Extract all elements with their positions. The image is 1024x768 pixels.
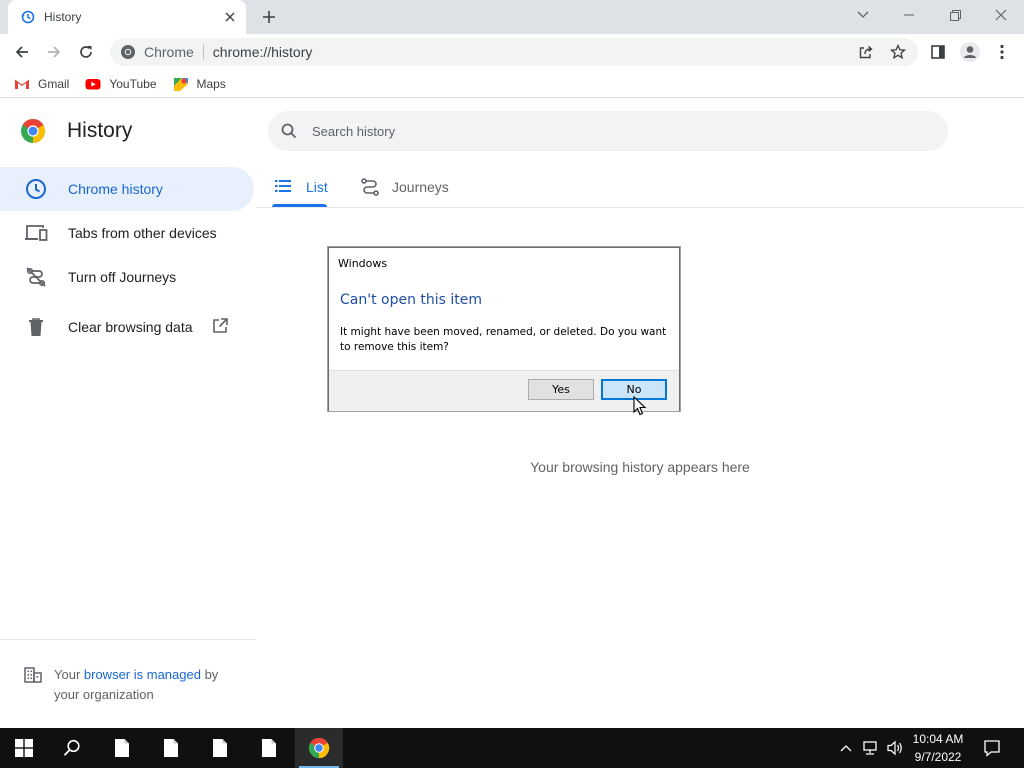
devices-icon (24, 221, 48, 245)
search-input[interactable]: Search history (312, 124, 395, 139)
taskbar: 10:04 AM 9/7/2022 (0, 728, 1024, 768)
browser-toolbar: Chrome chrome://history (0, 34, 1024, 70)
history-tabs: List Journeys (256, 167, 1024, 208)
dialog-heading: Can't open this item (340, 292, 483, 308)
managed-link[interactable]: browser is managed (84, 667, 201, 682)
file-taskbar-icon[interactable] (196, 728, 244, 768)
side-panel-icon[interactable] (924, 38, 952, 66)
bookmark-label: YouTube (109, 76, 157, 91)
file-taskbar-icon[interactable] (98, 728, 146, 768)
restore-icon[interactable] (932, 0, 978, 30)
sidebar-item-label: Turn off Journeys (68, 269, 177, 285)
dialog-footer: Yes No (329, 370, 679, 411)
managed-text: Your browser is managed by your organiza… (54, 667, 219, 702)
tab-strip: History (0, 0, 1024, 34)
browser-tab-history[interactable]: History (8, 0, 246, 34)
close-window-icon[interactable] (978, 0, 1024, 30)
sidebar-divider (0, 639, 256, 640)
file-taskbar-icon[interactable] (147, 728, 195, 768)
history-sidebar: Chrome history Tabs from other devices T… (0, 167, 256, 349)
search-icon (280, 122, 298, 140)
bookmark-youtube[interactable]: YouTube (85, 76, 157, 92)
menu-kebab-icon[interactable] (988, 38, 1016, 66)
page-title: History (67, 119, 133, 142)
bookmark-label: Gmail (38, 76, 70, 91)
building-icon (24, 665, 42, 685)
sidebar-item-other-devices[interactable]: Tabs from other devices (0, 211, 256, 255)
open-external-icon (211, 317, 231, 337)
history-page: History Search history Chrome history Ta… (0, 99, 1024, 728)
clock-icon (24, 177, 48, 201)
tab-search-icon[interactable] (840, 0, 886, 30)
reload-button[interactable] (72, 38, 100, 66)
address-separator (202, 44, 204, 60)
network-icon[interactable] (860, 728, 882, 768)
bookmark-star-icon[interactable] (884, 38, 912, 66)
sidebar-item-chrome-history[interactable]: Chrome history (0, 167, 254, 211)
clock-date: 9/7/2022 (914, 750, 962, 764)
tab-journeys[interactable]: Journeys (360, 167, 449, 207)
notifications-icon[interactable] (980, 728, 1004, 768)
chevron-up-icon[interactable] (836, 728, 856, 768)
address-bar[interactable]: Chrome chrome://history (110, 38, 918, 66)
gmail-icon (14, 76, 30, 92)
tab-label: Journeys (392, 179, 449, 195)
maps-icon (173, 76, 189, 92)
history-icon (20, 9, 36, 25)
close-tab-icon[interactable] (222, 9, 238, 25)
chrome-taskbar-icon[interactable] (295, 728, 343, 768)
dialog-caption: Windows (338, 257, 388, 270)
address-site-label: Chrome (144, 44, 194, 60)
start-button[interactable] (0, 728, 48, 768)
file-taskbar-icon[interactable] (245, 728, 293, 768)
tab-label: List (306, 179, 328, 195)
minimize-icon[interactable] (886, 0, 932, 30)
search-history-field[interactable]: Search history (268, 111, 948, 151)
managed-notice: Your browser is managed by your organiza… (24, 665, 244, 705)
sidebar-item-clear-browsing-data[interactable]: Clear browsing data (0, 305, 256, 349)
bookmark-gmail[interactable]: Gmail (14, 76, 69, 92)
empty-history-message: Your browsing history appears here (530, 459, 750, 475)
tab-title: History (44, 10, 82, 24)
sidebar-item-turn-off-journeys[interactable]: Turn off Journeys (0, 255, 256, 299)
back-button[interactable] (8, 38, 36, 66)
forward-button[interactable] (40, 38, 68, 66)
share-icon[interactable] (852, 38, 880, 66)
sidebar-item-label: Tabs from other devices (68, 225, 217, 241)
bookmark-maps[interactable]: Maps (173, 76, 226, 92)
volume-icon[interactable] (884, 728, 906, 768)
tab-list[interactable]: List (274, 167, 328, 207)
yes-button[interactable]: Yes (528, 379, 594, 400)
profile-avatar[interactable] (956, 38, 984, 66)
address-url: chrome://history (212, 44, 313, 60)
mouse-cursor-icon (633, 395, 647, 416)
journeys-icon (360, 177, 380, 197)
dialog-message: It might have been moved, renamed, or de… (340, 326, 667, 353)
search-taskbar-icon[interactable] (48, 728, 96, 768)
active-tab-indicator (272, 204, 327, 207)
taskbar-clock[interactable]: 10:04 AM 9/7/2022 (904, 730, 972, 766)
trash-icon (24, 315, 48, 339)
bookmark-label: Maps (196, 76, 226, 91)
youtube-icon (85, 76, 101, 92)
sidebar-item-label: Clear browsing data (68, 319, 193, 335)
list-icon (274, 177, 294, 197)
sidebar-item-label: Chrome history (68, 181, 163, 197)
chrome-logo-icon (120, 44, 136, 60)
error-dialog: Windows Can't open this item It might ha… (328, 247, 680, 411)
journeys-off-icon (24, 265, 48, 289)
new-tab-button[interactable] (258, 6, 280, 28)
clock-time: 10:04 AM (912, 732, 964, 746)
chrome-logo-icon (20, 118, 46, 144)
bookmarks-bar: Gmail YouTube Maps (0, 70, 1024, 98)
